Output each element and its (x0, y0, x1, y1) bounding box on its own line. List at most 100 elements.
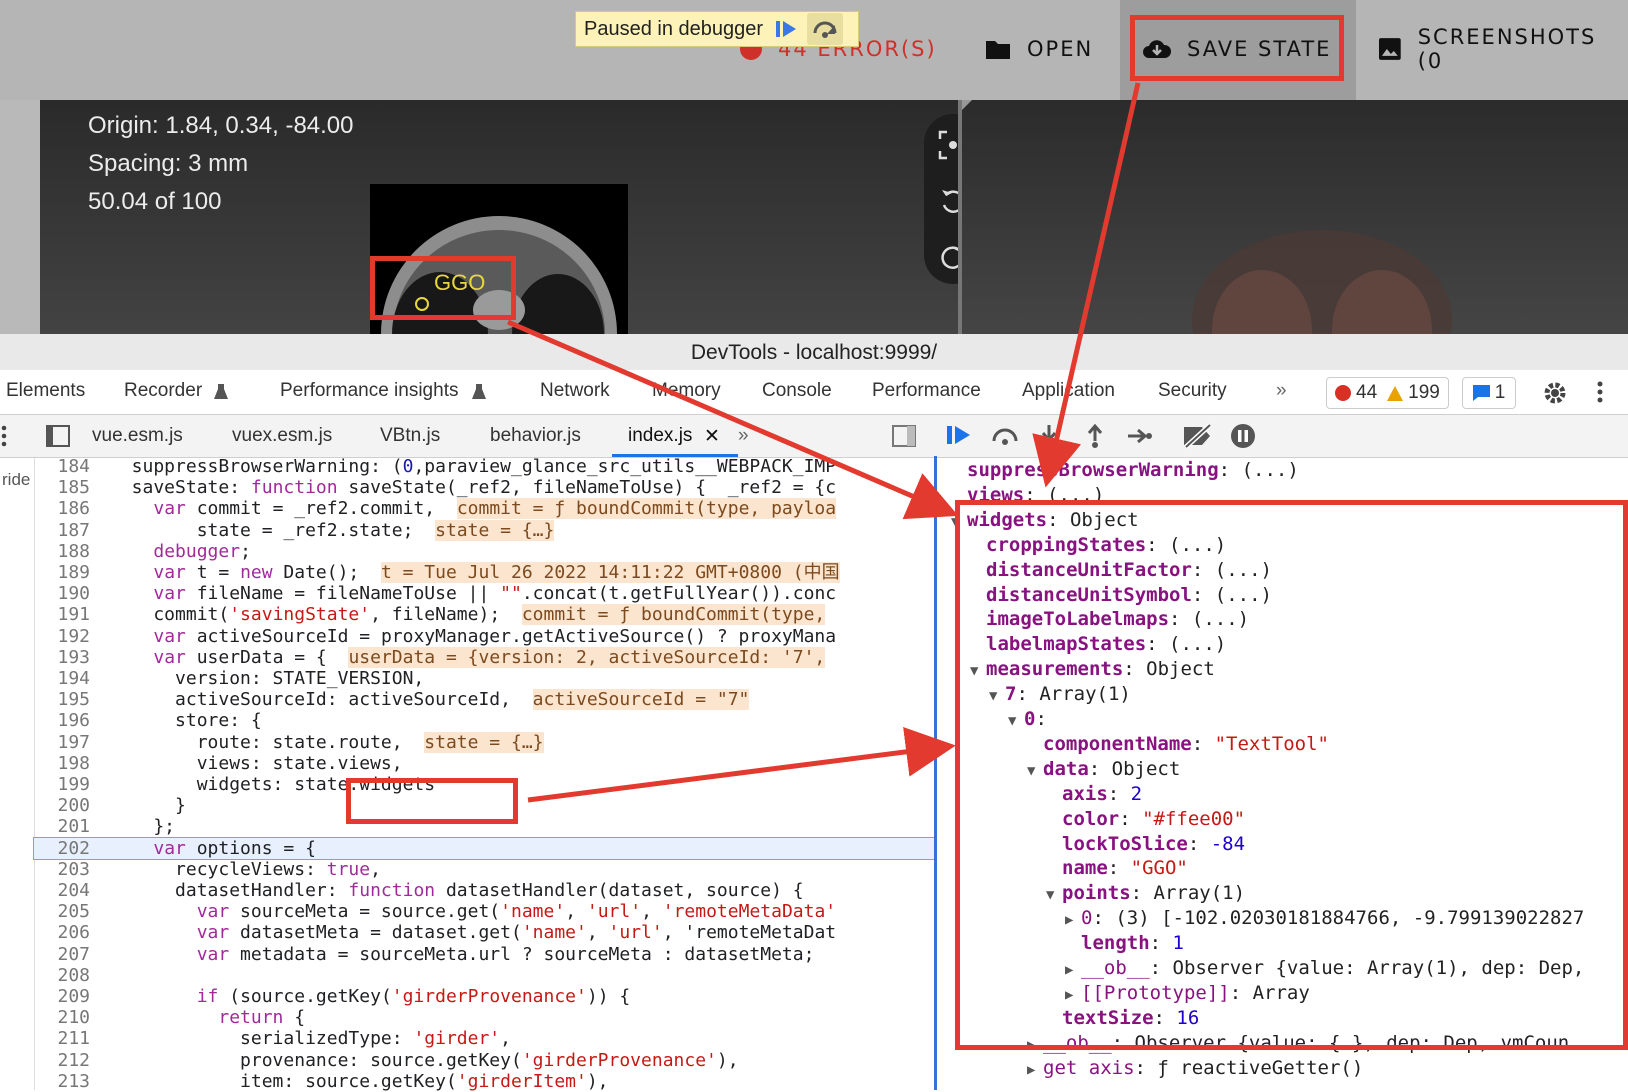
warning-icon (1387, 385, 1404, 401)
line-number[interactable]: 189 (34, 562, 90, 583)
screenshots-button[interactable]: SCREENSHOTS (0 (1378, 25, 1628, 73)
toggle-debugger-icon[interactable] (892, 425, 916, 447)
open-button[interactable]: OPEN (985, 30, 1093, 68)
code-text: debugger; (153, 540, 251, 562)
line-number[interactable]: 201 (34, 816, 90, 837)
step-out-icon[interactable] (1086, 423, 1104, 449)
line-number[interactable]: 207 (34, 944, 90, 965)
error-icon (1335, 385, 1351, 401)
line-number[interactable]: 190 (34, 583, 90, 604)
message-count: 1 (1494, 382, 1506, 403)
gear-icon[interactable] (1542, 380, 1568, 406)
line-number[interactable]: 186 (34, 498, 90, 519)
line-number[interactable]: 198 (34, 753, 90, 774)
code-editor[interactable]: ride 184 suppressBrowserWarning: (0,para… (0, 456, 935, 1092)
expand-right-icon[interactable]: ▶ (1027, 1058, 1043, 1083)
tab-elements[interactable]: Elements (6, 380, 85, 402)
paused-in-debugger-banner: Paused in debugger (575, 11, 859, 47)
code-text: return { (218, 1007, 306, 1029)
line-number[interactable]: 200 (34, 795, 90, 816)
kebab-menu-icon[interactable] (0, 425, 8, 447)
line-number[interactable]: 191 (34, 604, 90, 625)
step-over-icon[interactable] (990, 425, 1020, 447)
close-icon[interactable]: ✕ (704, 425, 720, 448)
step-into-icon[interactable] (1040, 423, 1058, 449)
origin-readout: Origin: 1.84, 0.34, -84.00 (88, 112, 354, 139)
resume-button[interactable] (771, 16, 801, 42)
more-files-icon[interactable]: » (738, 425, 749, 447)
tab-performance-insights[interactable]: Performance insights (280, 380, 458, 402)
line-number[interactable]: 204 (34, 880, 90, 901)
file-tab[interactable]: VBtn.js (380, 425, 440, 447)
code-line: 202 var options = { (33, 836, 935, 860)
line-number[interactable]: 199 (34, 774, 90, 795)
annotation-box-ggo (370, 256, 516, 320)
volume-view[interactable] (962, 100, 1628, 410)
code-line: 186 var commit = _ref2.commit, commit = … (34, 498, 934, 520)
file-tab[interactable]: vue.esm.js (92, 425, 183, 447)
line-number[interactable]: 193 (34, 647, 90, 668)
line-number[interactable]: 192 (34, 626, 90, 647)
pause-on-exceptions-icon[interactable] (1230, 423, 1256, 449)
scope-entry[interactable]: ▶ get axis: ƒ reactiveGetter() (1027, 1056, 1363, 1081)
kebab-menu-icon[interactable] (1596, 380, 1604, 404)
step-over-button[interactable] (807, 13, 844, 45)
line-number[interactable]: 208 (34, 965, 90, 986)
navigator-edge: ride (0, 456, 35, 1090)
code-line: 209 if (source.getKey('girderProvenance'… (34, 986, 934, 1007)
line-number[interactable]: 206 (34, 922, 90, 943)
code-line: 208 (34, 965, 934, 986)
folder-icon (986, 41, 1010, 59)
tab-application[interactable]: Application (1022, 380, 1115, 402)
line-number[interactable]: 209 (34, 986, 90, 1007)
line-number[interactable]: 197 (34, 732, 90, 753)
tab-network[interactable]: Network (540, 380, 610, 402)
code-text: var datasetMeta = dataset.get('name', 'u… (196, 922, 837, 944)
line-number[interactable]: 212 (34, 1050, 90, 1071)
line-number[interactable]: 185 (34, 477, 90, 498)
file-tab[interactable]: vuex.esm.js (232, 425, 332, 447)
code-text: datasetHandler: function datasetHandler(… (110, 880, 804, 901)
step-icon[interactable] (1126, 425, 1152, 447)
code-line: 187 state = _ref2.state; state = {…} (34, 519, 934, 541)
deactivate-breakpoints-icon[interactable] (1182, 423, 1214, 449)
code-line: 203 recycleViews: true, (34, 859, 934, 880)
code-text: }; (110, 816, 176, 838)
line-number[interactable]: 195 (34, 689, 90, 710)
line-number[interactable]: 188 (34, 541, 90, 562)
line-number[interactable]: 202 (34, 838, 90, 859)
line-number[interactable]: 205 (34, 901, 90, 922)
line-number[interactable]: 203 (34, 859, 90, 880)
spacing-readout: Spacing: 3 mm (88, 150, 249, 177)
app-toolbar: 44 ERROR(S) OPEN SAVE STATE SCREENSHOTS … (0, 0, 1628, 100)
code-line: 196 store: { (34, 710, 934, 731)
line-number[interactable]: 194 (34, 668, 90, 689)
code-text: } (110, 795, 186, 817)
resume-icon[interactable] (946, 423, 972, 449)
code-line: 189 var t = new Date(); t = Tue Jul 26 2… (34, 562, 934, 583)
code-text: version: STATE_VERSION, (110, 668, 425, 689)
line-number[interactable]: 213 (34, 1071, 90, 1092)
file-tab[interactable]: behavior.js (490, 425, 581, 447)
more-tabs-icon[interactable]: » (1276, 380, 1287, 402)
line-number[interactable]: 211 (34, 1028, 90, 1049)
experiment-icon (214, 384, 228, 399)
tab-memory[interactable]: Memory (652, 380, 721, 402)
message-counter[interactable]: 1 (1462, 377, 1516, 409)
toggle-navigator-icon[interactable] (46, 425, 70, 447)
tab-console[interactable]: Console (762, 380, 832, 402)
code-line: 204 datasetHandler: function datasetHand… (34, 880, 934, 901)
tab-performance[interactable]: Performance (872, 380, 981, 402)
tab-recorder[interactable]: Recorder (124, 380, 202, 402)
tab-security[interactable]: Security (1158, 380, 1227, 402)
issue-counters[interactable]: 44 199 (1326, 377, 1449, 409)
devtools-title: DevTools - localhost:9999/ (0, 334, 1628, 370)
line-number[interactable]: 187 (34, 520, 90, 541)
code-line: 210 return { (34, 1007, 934, 1028)
line-number[interactable]: 196 (34, 710, 90, 731)
file-tab-active[interactable]: index.js (628, 425, 692, 447)
scope-key: suppressBrowserWarning (967, 459, 1219, 481)
line-number[interactable]: 184 (34, 456, 90, 477)
line-number[interactable]: 210 (34, 1007, 90, 1028)
code-text: views: state.views, (110, 752, 403, 774)
